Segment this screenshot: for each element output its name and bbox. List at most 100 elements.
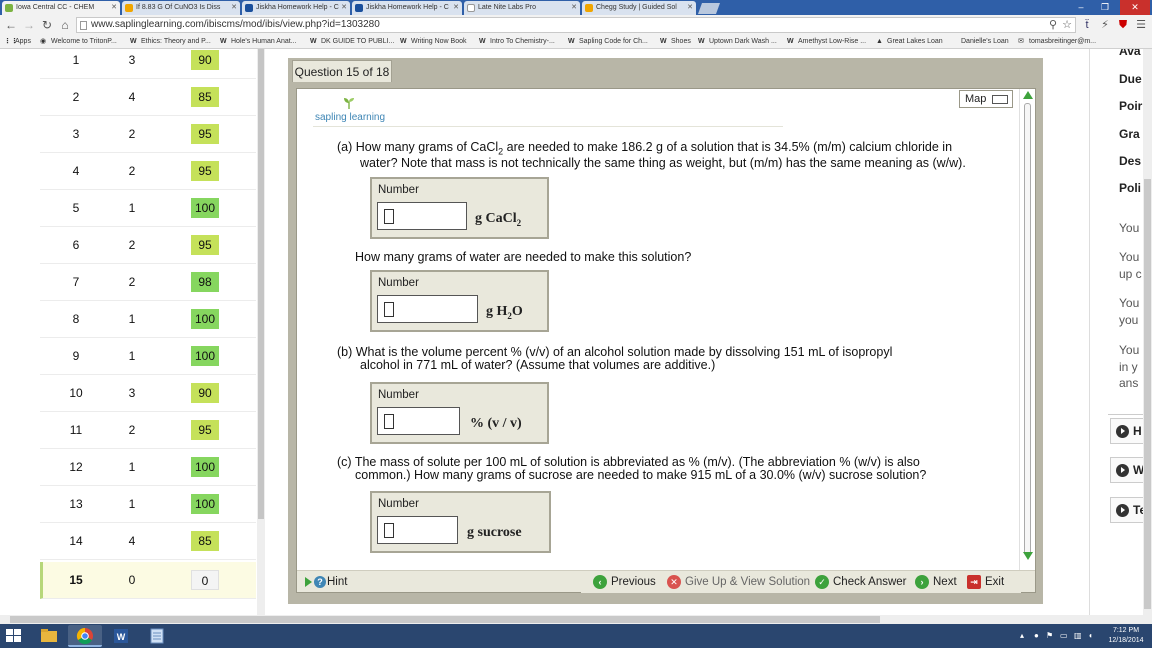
shield-icon[interactable]: ⛊ (1116, 18, 1130, 32)
close-icon[interactable]: ✕ (341, 1, 347, 15)
wiley-icon: W (660, 38, 667, 45)
taskbar-clock[interactable]: 7:12 PM 12/18/2014 (1103, 626, 1149, 646)
extension-icon[interactable]: ẗ (1080, 18, 1094, 32)
tray-network-icon[interactable]: ▥ (1074, 632, 1082, 640)
bookmark-6[interactable]: W Intro To Chemistry-... (479, 35, 555, 49)
bookmark-2[interactable]: W Ethics: Theory and P... (130, 35, 211, 49)
bookmark-12[interactable]: Danielle's Loan (951, 35, 1009, 49)
table-row-current[interactable]: 15 0 0 (40, 562, 256, 599)
table-row[interactable]: 3 2 95 (40, 116, 256, 153)
chrome-icon[interactable] (68, 625, 102, 647)
browser-tab-4[interactable]: Late Nite Labs Pro ✕ (464, 1, 580, 15)
forward-arrow-icon[interactable]: → (22, 17, 36, 33)
tray-arrow-icon[interactable]: ▴ (1020, 632, 1028, 640)
browser-tab-5[interactable]: Chegg Study | Guided Sol ✕ (582, 1, 696, 15)
table-row[interactable]: 6 2 95 (40, 227, 256, 264)
wand-icon[interactable]: ⚡ (1098, 18, 1112, 32)
back-arrow-icon[interactable]: ← (4, 17, 18, 33)
sucrose-unit: g sucrose (467, 525, 522, 540)
tray-app-icon[interactable]: ● (1034, 632, 1042, 640)
close-icon[interactable]: ✕ (571, 1, 577, 15)
windows-start-icon[interactable] (6, 629, 22, 643)
table-row[interactable]: 12 1 100 (40, 449, 256, 486)
home-icon[interactable]: ⌂ (58, 17, 72, 33)
right-divider (1089, 49, 1090, 615)
zoom-icon[interactable]: ⚲ (1046, 18, 1060, 32)
file-explorer-icon[interactable] (32, 625, 66, 647)
question-frame: Question 15 of 18 sapling learning Map (… (288, 58, 1043, 604)
reload-icon[interactable]: ↻ (40, 17, 54, 33)
tray-flag-icon[interactable]: ⚑ (1046, 632, 1054, 640)
table-row[interactable]: 10 3 90 (40, 375, 256, 412)
table-row[interactable]: 8 1 100 (40, 301, 256, 338)
scrollbar-thumb[interactable] (10, 616, 880, 623)
attempts-count: 1 (128, 312, 136, 326)
close-icon[interactable]: ✕ (453, 1, 459, 15)
table-row[interactable]: 7 2 98 (40, 264, 256, 301)
tray-battery-icon[interactable]: ▭ (1060, 632, 1068, 640)
hint-button[interactable]: ? Hint (305, 574, 347, 590)
question-scrollbar[interactable] (1019, 89, 1035, 570)
table-row[interactable]: 4 2 95 (40, 153, 256, 190)
bookmark-11[interactable]: ▲ Great Lakes Loan (876, 35, 943, 49)
scrollbar-thumb[interactable] (258, 49, 264, 519)
table-row[interactable]: 11 2 95 (40, 412, 256, 449)
scroll-up-icon[interactable] (1023, 91, 1033, 99)
check-answer-button[interactable]: ✓ Check Answer (815, 571, 907, 593)
tray-volume-icon[interactable]: ◖ (1088, 632, 1096, 640)
restore-icon[interactable]: ❐ (1094, 0, 1116, 15)
sidebar-label-due: Due (1119, 72, 1142, 86)
bookmark-4[interactable]: W DK GUIDE TO PUBLI... (310, 35, 394, 49)
bookmark-1[interactable]: ◉ Welcome to TritonP... (40, 35, 117, 49)
bookmark-13[interactable]: ✉ tomasbreitinger@m... (1018, 35, 1096, 49)
give-up-button[interactable]: ✕ Give Up & View Solution (667, 571, 810, 593)
bookmark-3[interactable]: W Hole's Human Anat... (220, 35, 297, 49)
scrollbar-thumb[interactable] (1024, 103, 1031, 555)
table-row[interactable]: 9 1 100 (40, 338, 256, 375)
page-scrollbar[interactable] (1143, 49, 1152, 615)
bookmark-8[interactable]: W Shoes (660, 35, 691, 49)
chegg-icon (125, 4, 133, 12)
browser-tab-3[interactable]: Jiskha Homework Help - C ✕ (352, 1, 462, 15)
bookmark-apps[interactable]: ⋮⋮ Apps (4, 35, 31, 49)
sucrose-mass-input[interactable] (377, 516, 458, 544)
score-badge: 95 (191, 235, 219, 255)
left-scrollbar[interactable] (257, 49, 265, 615)
bookmark-10[interactable]: W Amethyst Low-Rise ... (787, 35, 866, 49)
horizontal-scrollbar[interactable] (0, 615, 1152, 624)
word-icon[interactable]: W (104, 625, 138, 647)
bookmark-9[interactable]: W Uptown Dark Wash ... (698, 35, 777, 49)
previous-button[interactable]: ‹ Previous (593, 571, 656, 593)
table-row[interactable]: 13 1 100 (40, 486, 256, 523)
next-button[interactable]: › Next (915, 571, 957, 593)
close-icon[interactable]: ✕ (231, 1, 237, 15)
table-row[interactable]: 14 4 85 (40, 523, 256, 560)
table-row[interactable]: 2 4 85 (40, 79, 256, 116)
table-row[interactable]: 1 3 90 (40, 49, 256, 79)
bookmark-5[interactable]: W Writing Now Book (400, 35, 467, 49)
browser-tab-2[interactable]: Jiskha Homework Help - C ✕ (242, 1, 350, 15)
table-row[interactable]: 5 1 100 (40, 190, 256, 227)
exit-button[interactable]: ⇥ Exit (967, 571, 1004, 593)
browser-tab-0[interactable]: Iowa Central CC - CHEM ✕ (2, 1, 120, 15)
water-mass-input[interactable] (377, 295, 478, 323)
question-number: 1 (72, 53, 80, 67)
scrollbar-thumb[interactable] (1144, 179, 1151, 609)
bookmark-7[interactable]: W Sapling Code for Ch... (568, 35, 648, 49)
new-tab-button[interactable] (697, 3, 721, 14)
score-badge: 98 (191, 272, 219, 292)
cacl2-mass-input[interactable] (377, 202, 467, 230)
window-close-icon[interactable]: ✕ (1120, 0, 1150, 15)
minimize-icon[interactable]: – (1070, 0, 1092, 15)
map-button[interactable]: Map (959, 90, 1013, 108)
part-c-text: (c) The mass of solute per 100 mL of sol… (337, 455, 920, 469)
star-icon[interactable]: ☆ (1060, 18, 1074, 32)
browser-tab-1[interactable]: If 8.83 G Of CuNO3 Is Diss ✕ (122, 1, 240, 15)
close-icon[interactable]: ✕ (111, 1, 117, 15)
url-bar[interactable]: www.saplinglearning.com/ibiscms/mod/ibis… (76, 17, 1076, 33)
notepad-icon[interactable] (140, 625, 174, 647)
close-icon[interactable]: ✕ (687, 1, 693, 15)
menu-icon[interactable]: ☰ (1134, 18, 1148, 32)
volume-percent-input[interactable] (377, 407, 460, 435)
scroll-down-icon[interactable] (1023, 552, 1033, 560)
